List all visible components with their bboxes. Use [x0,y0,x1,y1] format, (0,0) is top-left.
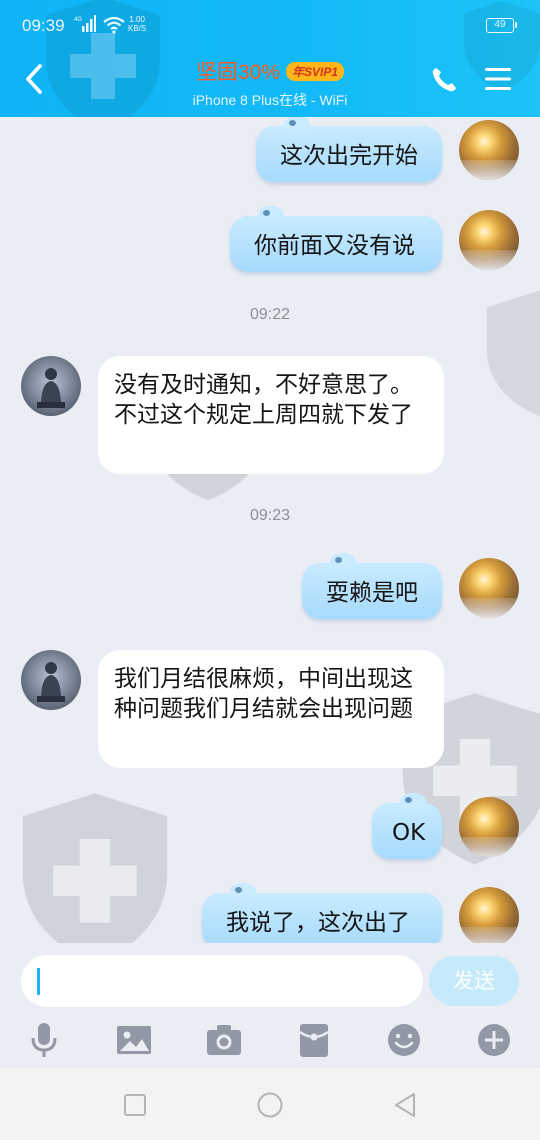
my-avatar[interactable] [459,210,519,270]
message-text: OK [392,820,426,846]
buddha-statue-icon [37,368,65,408]
chat-title[interactable]: 坚固30% 年SVIP1 iPhone 8 Plus在线 - WiFi [0,56,540,110]
incoming-message-bubble[interactable]: 我们月结很麻烦，中间出现这种问题我们月结就会出现问题 [98,650,444,768]
message-text: 这次出完开始 [280,143,418,169]
contact-name: 坚固30% [195,61,280,84]
message-timestamp: 09:23 [249,507,291,524]
plus-icon[interactable] [474,1020,514,1060]
send-button[interactable]: 发送 [429,956,519,1006]
system-nav-bar [0,1068,540,1140]
message-text: 没有及时通知，不好意思了。不过这个规定上周四就下发了 [114,372,413,428]
message-text: 我们月结很麻烦，中间出现这种问题我们月结就会出现问题 [114,666,413,722]
status-bar: 09:39 4G 1.00 KB/S 49 [0,0,540,52]
menu-icon[interactable] [483,66,513,92]
network-type: 4G [74,17,82,23]
message-timestamp: 09:22 [249,306,291,323]
shield-watermark-icon [22,793,168,943]
phone-call-icon[interactable] [430,66,458,94]
svip-badge: 年SVIP1 [286,62,345,81]
message-input[interactable] [21,955,423,1007]
back-icon[interactable] [390,1090,420,1120]
outgoing-message-bubble[interactable]: 你前面又没有说 [230,206,442,272]
outgoing-message-bubble[interactable]: 我说了，这次出了 [202,883,442,943]
my-avatar[interactable] [459,887,519,943]
battery-level: 49 [494,19,506,30]
status-time: 09:39 [22,16,65,35]
outgoing-message-bubble[interactable]: 耍赖是吧 [302,553,442,619]
incoming-message-bubble[interactable]: 没有及时通知，不好意思了。不过这个规定上周四就下发了 [98,356,444,474]
outgoing-message-bubble[interactable]: OK [372,793,442,859]
my-avatar[interactable] [459,120,519,180]
message-text: 耍赖是吧 [326,580,418,606]
signal-icon: 4G [74,15,96,32]
recent-apps-icon[interactable] [120,1090,150,1120]
my-avatar[interactable] [459,558,519,618]
microphone-icon[interactable] [24,1020,64,1060]
my-avatar[interactable] [459,797,519,857]
outgoing-message-bubble[interactable]: 这次出完开始 [256,117,442,182]
network-speed-unit: KB/S [128,24,147,33]
red-packet-icon[interactable] [294,1020,334,1060]
message-text: 你前面又没有说 [254,233,415,259]
contact-avatar[interactable] [21,650,81,710]
image-icon[interactable] [114,1020,154,1060]
network-speed: 1.00 KB/S [128,15,146,33]
chat-message-list[interactable]: 这次出完开始 你前面又没有说 09:22 没有及时通知，不好意思了。不过这个规定… [0,117,540,943]
chat-header: 09:39 4G 1.00 KB/S 49 坚固30% 年SVIP1 iPhone… [0,0,540,117]
camera-icon[interactable] [204,1020,244,1060]
wifi-icon [103,16,125,34]
input-toolbar [0,1010,540,1068]
contact-avatar[interactable] [21,356,81,416]
message-text: 我说了，这次出了 [226,910,410,936]
home-icon[interactable] [255,1090,285,1120]
network-speed-value: 1.00 [129,15,145,24]
emoji-icon[interactable] [384,1020,424,1060]
shield-watermark-icon [486,290,540,417]
online-status: iPhone 8 Plus在线 - WiFi [192,92,348,108]
battery-icon: 49 [486,18,517,33]
buddha-statue-icon [37,662,65,702]
